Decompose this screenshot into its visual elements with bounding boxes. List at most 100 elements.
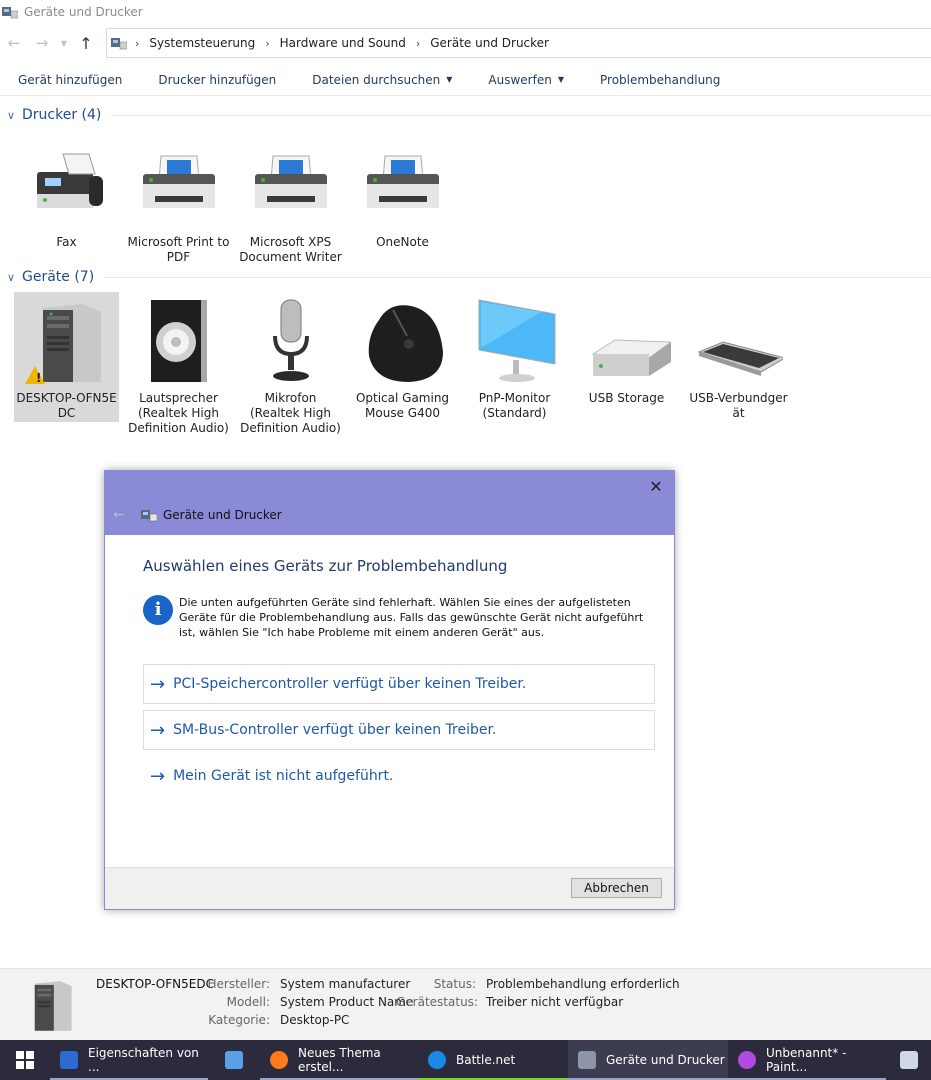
mouse-icon <box>368 305 443 382</box>
taskbar-item-properties[interactable]: Eigenschaften von ... <box>50 1040 208 1080</box>
address-bar[interactable]: › Systemsteuerung › Hardware und Sound ›… <box>106 28 931 58</box>
breadcrumb-systemsteuerung[interactable]: Systemsteuerung <box>149 36 255 50</box>
back-arrow-icon[interactable]: ← <box>113 507 125 523</box>
photo-app-icon <box>60 1051 78 1069</box>
taskbar-item-label: Battle.net <box>456 1053 516 1067</box>
up-arrow-icon[interactable]: ↑ <box>72 29 100 57</box>
option-pci-storage-controller[interactable]: → PCI-Speichercontroller verfügt über ke… <box>143 664 655 704</box>
back-arrow-icon[interactable]: ← <box>0 29 28 57</box>
model-value: System Product Name <box>280 995 414 1009</box>
dialog-heading: Auswählen eines Geräts zur Problembehand… <box>143 557 508 575</box>
recent-locations-chevron-icon[interactable]: ▼ <box>56 29 72 57</box>
dropdown-caret-icon: ▼ <box>446 75 453 84</box>
right-arrow-icon: → <box>150 719 166 741</box>
breadcrumb-hardware-sound[interactable]: Hardware und Sound <box>280 36 406 50</box>
devices-group-title: Geräte (7) <box>22 269 95 285</box>
right-arrow-icon: → <box>150 673 166 695</box>
window-title-bar: Geräte und Drucker <box>0 0 931 24</box>
printer-tile-onenote[interactable]: OneNote <box>350 140 455 250</box>
navigation-bar: ← → ▼ ↑ › Systemsteuerung › Hardware und… <box>0 28 931 58</box>
option-sm-bus-controller[interactable]: → SM-Bus-Controller verfügt über keinen … <box>143 710 655 750</box>
device-tile-mouse[interactable]: Optical Gaming Mouse G400 <box>350 296 455 421</box>
paint-icon <box>738 1051 756 1069</box>
device-status-key: Gerätestatus: <box>396 995 478 1009</box>
dialog-header: ✕ ← Geräte und Drucker <box>105 471 674 535</box>
printer-icon <box>142 155 215 208</box>
taskbar-item-label: Neues Thema erstel... <box>298 1046 381 1074</box>
breadcrumb-separator-icon[interactable]: › <box>135 37 139 50</box>
devices-printers-icon <box>141 510 157 522</box>
close-icon[interactable]: ✕ <box>646 477 666 497</box>
printer-icon <box>366 155 439 208</box>
device-label: Lautsprecher (Realtek High Definition Au… <box>128 391 229 435</box>
add-device-button[interactable]: Gerät hinzufügen <box>0 64 140 96</box>
collapse-chevron-icon[interactable]: ∨ <box>0 271 22 284</box>
breadcrumb-separator-icon[interactable]: › <box>265 37 269 50</box>
option-label: Mein Gerät ist nicht aufgeführt. <box>173 768 394 784</box>
taskbar-item-label: Unbenannt* - Paint... <box>766 1046 847 1074</box>
taskbar-item-app[interactable] <box>208 1040 260 1080</box>
device-label: PnP-Monitor (Standard) <box>478 391 551 420</box>
forward-arrow-icon[interactable]: → <box>28 29 56 57</box>
model-key: Modell: <box>226 995 270 1009</box>
details-pane: DESKTOP-OFN5EDC Hersteller: System manuf… <box>0 968 931 1040</box>
add-printer-button[interactable]: Drucker hinzufügen <box>140 64 294 96</box>
device-tile-microphone[interactable]: Mikrofon (Realtek High Definition Audio) <box>238 296 343 436</box>
breadcrumb-separator-icon[interactable]: › <box>416 37 420 50</box>
taskbar-item-firefox[interactable]: Neues Thema erstel... <box>260 1040 418 1080</box>
device-label: Optical Gaming Mouse G400 <box>355 391 450 420</box>
collapse-chevron-icon[interactable]: ∨ <box>0 109 22 122</box>
dropdown-caret-icon: ▼ <box>557 75 564 84</box>
speaker-icon <box>150 300 207 382</box>
taskbar-item-label: Eigenschaften von ... <box>88 1046 199 1074</box>
info-text: Die unten aufgeführten Geräte sind fehle… <box>179 596 644 639</box>
printers-group-header[interactable]: ∨ Drucker (4) <box>0 105 931 125</box>
device-tile-speaker[interactable]: Lautsprecher (Realtek High Definition Au… <box>126 296 231 436</box>
monitor-icon <box>478 299 555 382</box>
device-tile-monitor[interactable]: PnP-Monitor (Standard) <box>462 296 567 421</box>
cancel-button[interactable]: Abbrechen <box>571 878 662 898</box>
taskbar-item-battlenet[interactable]: Battle.net <box>418 1040 568 1080</box>
browse-files-label: Dateien durchsuchen <box>312 72 441 87</box>
start-button[interactable] <box>0 1040 50 1080</box>
manufacturer-key: Hersteller: <box>207 977 271 991</box>
device-tile-usb-storage[interactable]: USB Storage <box>574 296 679 406</box>
printer-tile-xps-writer[interactable]: Microsoft XPS Document Writer <box>238 140 343 265</box>
troubleshoot-dialog: ✕ ← Geräte und Drucker Auswählen eines G… <box>104 470 675 910</box>
devices-printers-icon <box>2 7 18 19</box>
troubleshoot-button[interactable]: Problembehandlung <box>582 64 738 96</box>
status-key: Status: <box>433 977 476 991</box>
printer-label: OneNote <box>376 235 429 249</box>
taskbar-item-devices-printers[interactable]: Geräte und Drucker <box>568 1040 728 1080</box>
devices-group-header[interactable]: ∨ Geräte (7) <box>0 267 931 287</box>
browse-files-button[interactable]: Dateien durchsuchen ▼ <box>294 64 470 96</box>
right-arrow-icon: → <box>150 765 166 787</box>
manufacturer-value: System manufacturer <box>280 977 411 991</box>
taskbar-item-overflow[interactable] <box>886 1040 931 1080</box>
option-label: PCI-Speichercontroller verfügt über kein… <box>173 676 527 692</box>
microphone-icon <box>272 299 309 381</box>
dialog-title: Geräte und Drucker <box>163 508 282 522</box>
option-device-not-listed[interactable]: → Mein Gerät ist nicht aufgeführt. <box>143 756 655 796</box>
printer-tile-print-to-pdf[interactable]: Microsoft Print to PDF <box>126 140 231 265</box>
printer-icon <box>254 155 327 208</box>
command-bar: Gerät hinzufügen Drucker hinzufügen Date… <box>0 64 931 96</box>
taskbar-item-paint[interactable]: Unbenannt* - Paint... <box>728 1040 886 1080</box>
printer-label: Microsoft XPS Document Writer <box>239 235 342 264</box>
desktop-tower-icon: ! <box>24 304 101 385</box>
device-tile-desktop[interactable]: ! DESKTOP-OFN5EDC <box>14 292 119 422</box>
window-icon <box>899 1051 918 1069</box>
status-value: Problembehandlung erforderlich <box>486 977 680 991</box>
add-device-label: Gerät hinzufügen <box>18 72 123 87</box>
troubleshoot-label: Problembehandlung <box>600 72 721 87</box>
info-icon: i <box>143 595 173 625</box>
printer-tile-fax[interactable]: Fax <box>14 140 119 250</box>
dialog-footer: Abbrechen <box>105 867 674 909</box>
device-tile-usb-composite[interactable]: USB-Verbundgerät <box>686 296 791 421</box>
windows-logo-icon <box>16 1051 34 1069</box>
eject-button[interactable]: Auswerfen ▼ <box>470 64 582 96</box>
desktop-tower-icon <box>34 981 72 1031</box>
eject-label: Auswerfen <box>488 72 552 87</box>
group-divider <box>111 114 931 116</box>
breadcrumb-geraete-drucker[interactable]: Geräte und Drucker <box>430 36 549 50</box>
